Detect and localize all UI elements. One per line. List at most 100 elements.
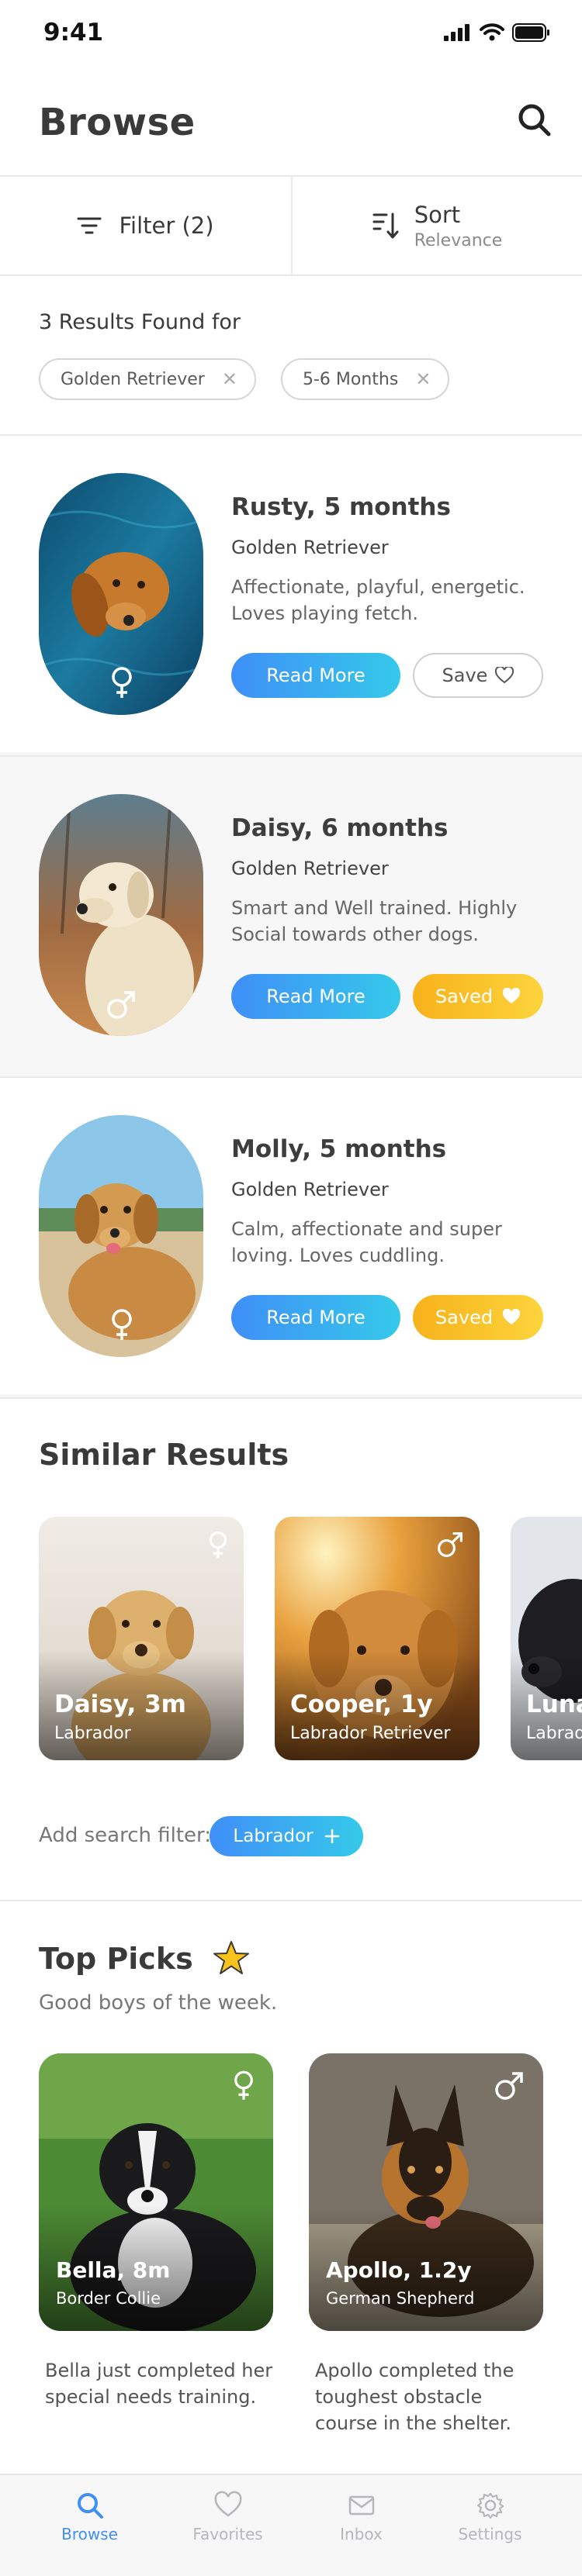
top-pick-breed: Border Collie: [56, 2289, 161, 2308]
chip-golden-retriever[interactable]: Golden Retriever ✕: [39, 358, 256, 400]
add-filter-chip[interactable]: Labrador: [210, 1816, 363, 1856]
male-icon: [438, 1532, 462, 1557]
female-icon: [112, 1309, 132, 1340]
sort-text: Sort Relevance: [414, 202, 503, 250]
section-title: Top Picks: [39, 1942, 193, 1976]
heart-icon: [214, 2491, 241, 2517]
dog-breed: Golden Retriever: [231, 858, 389, 879]
similar-card[interactable]: Daisy, 3m Labrador: [39, 1517, 244, 1760]
dog-description: Smart and Well trained. Highly Social to…: [231, 897, 518, 945]
heart-filled-icon: [502, 988, 521, 1003]
status-bar: 9:41: [0, 0, 582, 68]
tab-label: Settings: [458, 2525, 522, 2543]
top-pick-card[interactable]: Apollo, 1.2y German Shepherd: [309, 2053, 543, 2331]
close-icon[interactable]: ✕: [415, 368, 431, 390]
similar-name: Cooper, 1y: [290, 1690, 433, 1718]
search-button[interactable]: [515, 101, 554, 140]
save-button[interactable]: Save: [413, 653, 543, 698]
tab-favorites[interactable]: Favorites: [155, 2491, 300, 2543]
top-pick-name: Apollo, 1.2y: [326, 2257, 472, 2283]
search-icon: [518, 104, 551, 136]
top-pick-description: Apollo completed the toughest obstacle c…: [315, 2360, 514, 2434]
gear-icon: [476, 2492, 504, 2519]
saved-label: Saved: [435, 986, 494, 1007]
read-more-button[interactable]: Read More: [231, 653, 400, 698]
read-more-button[interactable]: Read More: [231, 974, 400, 1019]
dog-photo: [39, 1115, 203, 1357]
star-icon: [213, 1941, 249, 1974]
top-pick-card[interactable]: Bella, 8m Border Collie: [39, 2053, 273, 2331]
section-subtitle: Good boys of the week.: [39, 1991, 278, 2015]
tab-inbox[interactable]: Inbox: [289, 2491, 434, 2543]
saved-button[interactable]: Saved: [413, 1295, 543, 1340]
dog-photo: [39, 794, 203, 1036]
sort-label: Sort: [414, 201, 461, 228]
similar-results-section: Similar Results Daisy, 3m Labrador Coope…: [0, 1397, 582, 1900]
filter-label: Filter (2): [119, 212, 214, 239]
chip-label: Golden Retriever: [61, 369, 205, 389]
similar-breed: Labrador Retriever: [290, 1724, 451, 1743]
filter-button[interactable]: Filter (2): [0, 177, 291, 275]
signal-icon: [444, 24, 469, 41]
female-icon: [112, 667, 132, 698]
similar-breed: Labrador: [526, 1724, 582, 1743]
top-pick-name: Bella, 8m: [56, 2257, 171, 2283]
male-icon: [107, 991, 135, 1019]
female-icon: [234, 2070, 253, 2100]
save-label: Save: [442, 665, 488, 686]
dog-card[interactable]: Molly, 5 months Golden Retriever Calm, a…: [0, 1076, 582, 1394]
chip-label: 5-6 Months: [303, 369, 399, 389]
dog-card[interactable]: Rusty, 5 months Golden Retriever Affecti…: [0, 434, 582, 752]
results-count: 3 Results Found for: [39, 310, 241, 334]
tab-label: Favorites: [192, 2525, 263, 2543]
dog-breed: Golden Retriever: [231, 537, 389, 558]
tab-browse[interactable]: Browse: [17, 2491, 162, 2543]
section-title: Similar Results: [39, 1438, 289, 1472]
battery-icon: [512, 23, 549, 42]
plus-icon: [324, 1828, 339, 1844]
dog-name: Molly, 5 months: [231, 1135, 447, 1163]
search-icon: [77, 2493, 103, 2519]
top-pick-breed: German Shepherd: [326, 2289, 475, 2308]
page-title: Browse: [39, 101, 196, 144]
similar-card[interactable]: Luna Labrador: [511, 1517, 582, 1760]
results-header: 3 Results Found for Golden Retriever ✕ 5…: [0, 276, 582, 434]
dog-description: Calm, affectionate and super loving. Lov…: [231, 1218, 502, 1266]
similar-breed: Labrador: [54, 1724, 131, 1743]
chip-age[interactable]: 5-6 Months ✕: [281, 358, 450, 400]
sort-icon: [372, 212, 399, 239]
add-filter-chip-label: Labrador: [233, 1826, 314, 1846]
tab-settings[interactable]: Settings: [417, 2491, 563, 2543]
sort-value: Relevance: [414, 230, 503, 250]
tab-label: Inbox: [340, 2525, 383, 2543]
dog-photo: [39, 473, 203, 715]
close-icon[interactable]: ✕: [222, 368, 237, 390]
saved-label: Saved: [435, 1307, 494, 1328]
male-icon: [495, 2072, 523, 2100]
heart-filled-icon: [502, 1309, 521, 1324]
header: Browse: [0, 68, 582, 177]
filter-icon: [77, 217, 102, 234]
status-icons: [444, 23, 551, 42]
female-icon: [209, 1531, 227, 1559]
wifi-icon: [480, 23, 504, 41]
dog-description: Affectionate, playful, energetic. Loves …: [231, 576, 525, 624]
dog-name: Daisy, 6 months: [231, 814, 449, 842]
similar-card[interactable]: Cooper, 1y Labrador Retriever: [275, 1517, 480, 1760]
dog-name: Rusty, 5 months: [231, 493, 451, 521]
top-pick-description: Bella just completed her special needs t…: [45, 2360, 273, 2408]
add-filter-label: Add search filter:: [39, 1824, 212, 1847]
sort-button[interactable]: Sort Relevance: [293, 177, 582, 275]
filter-sort-bar: Filter (2) Sort Relevance: [0, 177, 582, 276]
heart-outline-icon: [495, 667, 514, 684]
saved-button[interactable]: Saved: [413, 974, 543, 1019]
read-more-button[interactable]: Read More: [231, 1295, 400, 1340]
mail-icon: [348, 2495, 374, 2516]
tab-label: Browse: [61, 2525, 118, 2543]
tab-bar: Browse Favorites Inbox Settings: [0, 2474, 582, 2576]
dog-breed: Golden Retriever: [231, 1179, 389, 1200]
similar-name: Daisy, 3m: [54, 1690, 186, 1718]
similar-name: Luna: [526, 1690, 582, 1718]
dog-card[interactable]: Daisy, 6 months Golden Retriever Smart a…: [0, 755, 582, 1073]
top-picks-section: Top Picks Good boys of the week. Bella, …: [0, 1900, 582, 2474]
